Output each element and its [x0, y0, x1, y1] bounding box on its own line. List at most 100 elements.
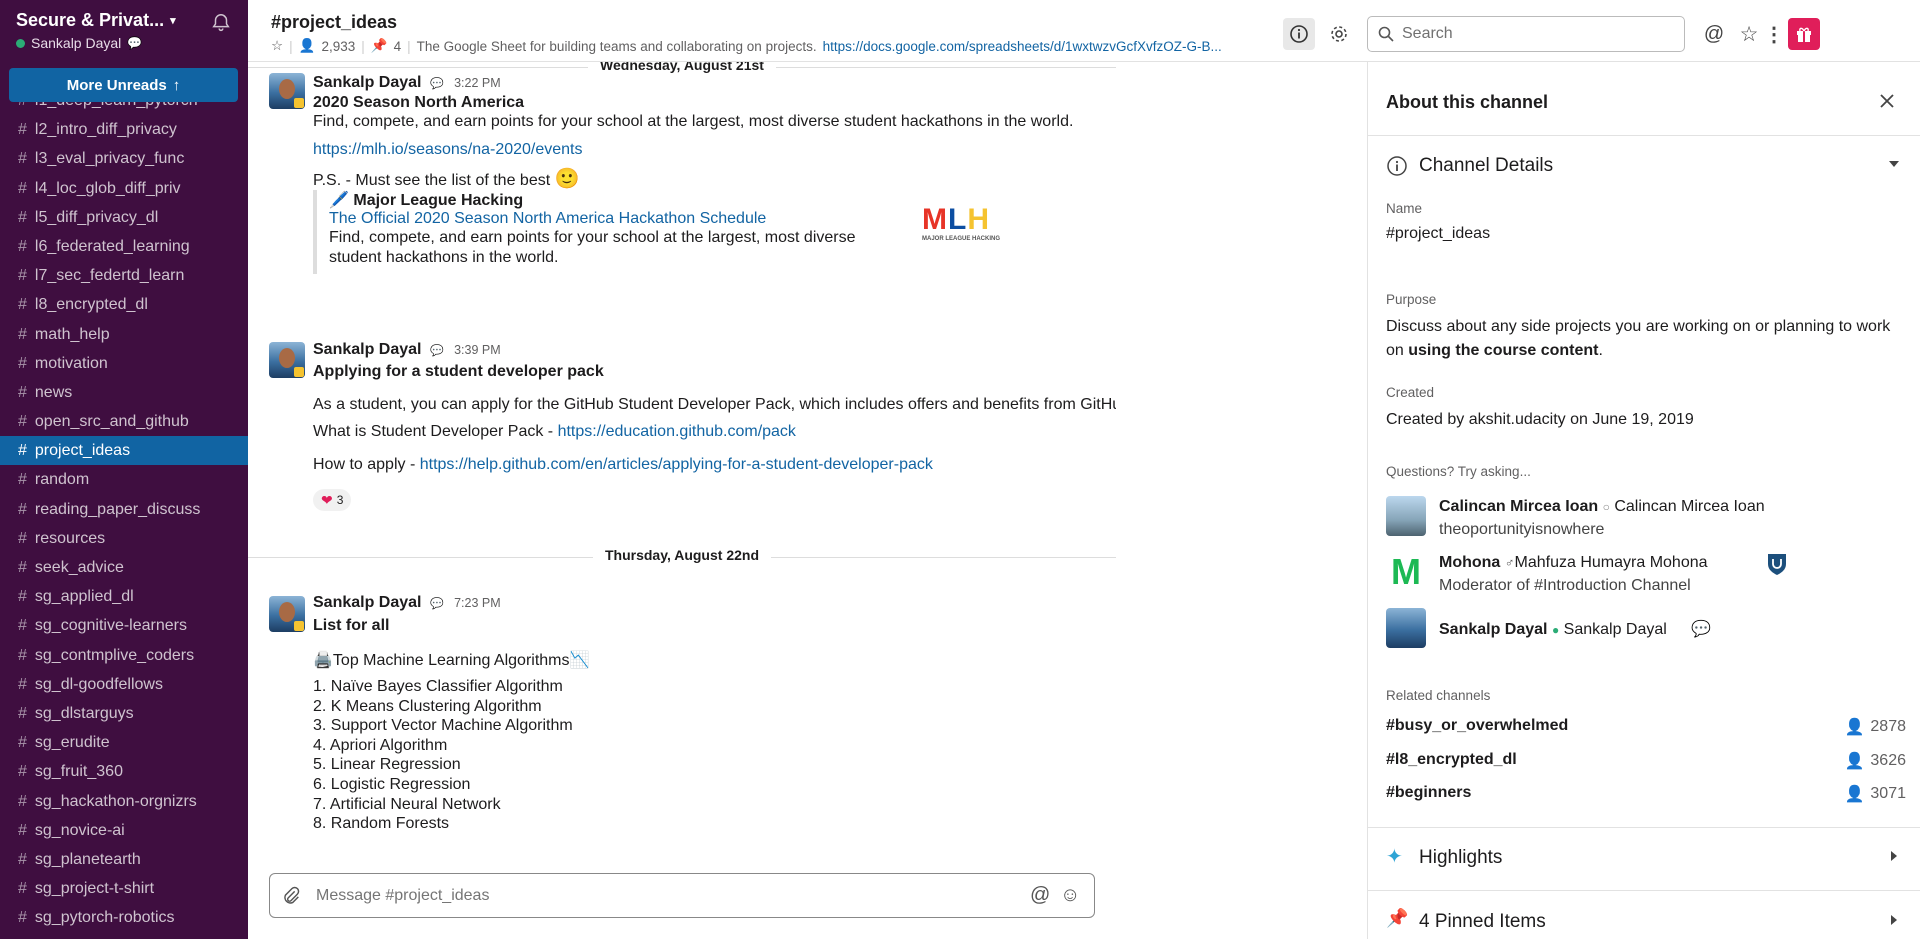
starred-items-button[interactable]: ☆: [1733, 18, 1765, 50]
sidebar-channel-sg_cognitive-learners[interactable]: # sg_cognitive-learners: [0, 611, 248, 640]
workspace-header[interactable]: Secure & Privat... ▾ Sankalp Dayal 💬: [0, 0, 248, 62]
status-bubble-icon: 💬: [1691, 621, 1712, 638]
chart-emoji-icon: 📉: [569, 652, 590, 669]
sidebar-channel-sg_applied_dl[interactable]: # sg_applied_dl: [0, 582, 248, 611]
sidebar-channel-motivation[interactable]: # motivation: [0, 349, 248, 378]
channel-meta: ☆ | 👤 2,933 | 📌 4 | The Google Sheet for…: [271, 38, 1301, 54]
message-link[interactable]: https://mlh.io/seasons/na-2020/events: [313, 141, 583, 158]
presence-active-icon: ●: [1551, 623, 1560, 637]
avatar[interactable]: [269, 342, 305, 378]
field-label: Questions? Try asking...: [1386, 464, 1531, 479]
sidebar-channel-label: sg_hackathon-orgnizrs: [34, 792, 197, 810]
person-full-name: Sankalp Dayal: [1563, 621, 1667, 638]
sidebar-channel-label: math_help: [34, 325, 110, 343]
info-icon: [1387, 156, 1407, 176]
sidebar-channel-news[interactable]: # news: [0, 378, 248, 407]
sidebar-channel-l7_sec_federtd_learn[interactable]: # l7_sec_federtd_learn: [0, 261, 248, 290]
channel-list: #l1_deep_learn_pytorch#l2_intro_diff_pri…: [0, 86, 248, 932]
sidebar-channel-sg_planetearth[interactable]: # sg_planetearth: [0, 845, 248, 874]
author-name[interactable]: Sankalp Dayal: [313, 341, 422, 358]
sidebar-channel-sg_hackathon-orgnizrs[interactable]: # sg_hackathon-orgnizrs: [0, 787, 248, 816]
list-item: 6. Logistic Regression: [313, 776, 471, 793]
preview-description: Find, compete, and earn points for your …: [329, 229, 856, 266]
channel-info-button[interactable]: [1283, 18, 1315, 50]
related-channel[interactable]: #busy_or_overwhelmed 👤 2878: [1386, 717, 1906, 741]
sidebar-channel-sg_contmplive_coders[interactable]: # sg_contmplive_coders: [0, 641, 248, 670]
paperclip-icon[interactable]: [280, 885, 302, 907]
highlights-toggle[interactable]: ✦ Highlights: [1368, 828, 1920, 888]
pin-count[interactable]: 4: [394, 39, 402, 54]
search-input[interactable]: Search: [1367, 16, 1685, 52]
avatar[interactable]: [269, 73, 305, 109]
suggested-person[interactable]: Sankalp Dayal ● Sankalp Dayal 💬: [1386, 608, 1906, 656]
sidebar-channel-math_help[interactable]: # math_help: [0, 320, 248, 349]
sidebar-channel-l4_loc_glob_diff_priv[interactable]: # l4_loc_glob_diff_priv: [0, 174, 248, 203]
gift-button[interactable]: [1788, 18, 1820, 50]
sidebar-channel-sg_dlstarguys[interactable]: # sg_dlstarguys: [0, 699, 248, 728]
topic-link[interactable]: https://docs.google.com/spreadsheets/d/1…: [823, 39, 1222, 54]
sidebar-channel-sg_dl-goodfellows[interactable]: # sg_dl-goodfellows: [0, 670, 248, 699]
timestamp[interactable]: 3:39 PM: [454, 343, 501, 357]
member-icon: 👤: [1844, 719, 1865, 736]
mentions-button[interactable]: @: [1698, 18, 1730, 50]
sidebar-channel-random[interactable]: # random: [0, 465, 248, 494]
hash-icon: #: [18, 471, 27, 489]
sidebar-channel-sg_pytorch-robotics[interactable]: # sg_pytorch-robotics: [0, 903, 248, 932]
sidebar-channel-project_ideas[interactable]: # project_ideas: [0, 436, 248, 466]
mention-at-icon[interactable]: @: [1030, 884, 1054, 908]
sidebar-channel-sg_novice-ai[interactable]: # sg_novice-ai: [0, 816, 248, 845]
close-icon[interactable]: [1876, 90, 1898, 112]
more-options-button[interactable]: ⋮: [1764, 18, 1784, 50]
sidebar-channel-sg_erudite[interactable]: # sg_erudite: [0, 728, 248, 757]
message-input[interactable]: [316, 886, 1024, 905]
preview-title-link[interactable]: The Official 2020 Season North America H…: [329, 210, 766, 227]
emoji-picker-icon[interactable]: ☺: [1060, 884, 1084, 908]
bell-icon[interactable]: [210, 12, 232, 34]
pinned-items-toggle[interactable]: 📌 4 Pinned Items: [1368, 892, 1920, 939]
sidebar-channel-reading_paper_discuss[interactable]: # reading_paper_discuss: [0, 495, 248, 524]
suggested-person[interactable]: Calincan Mircea Ioan ○ Calincan Mircea I…: [1386, 496, 1906, 544]
related-channel[interactable]: #beginners 👤 3071: [1386, 784, 1906, 808]
message-link[interactable]: https://education.github.com/pack: [558, 423, 796, 440]
field-label: Related channels: [1386, 688, 1491, 703]
sidebar-channel-open_src_and_github[interactable]: # open_src_and_github: [0, 407, 248, 436]
sidebar-channel-resources[interactable]: # resources: [0, 524, 248, 553]
more-unreads-button[interactable]: More Unreads ↑: [9, 68, 238, 102]
channel-details-toggle[interactable]: Channel Details: [1368, 136, 1920, 196]
channel-title[interactable]: #project_ideas: [271, 12, 397, 33]
workspace-name-button[interactable]: Secure & Privat... ▾: [16, 10, 232, 31]
sidebar-channel-l8_encrypted_dl[interactable]: # l8_encrypted_dl: [0, 290, 248, 319]
list-item: 4. Apriori Algorithm: [313, 736, 448, 754]
sidebar-channel-l5_diff_privacy_dl[interactable]: # l5_diff_privacy_dl: [0, 203, 248, 232]
section-label: Highlights: [1419, 847, 1503, 868]
author-name[interactable]: Sankalp Dayal: [313, 74, 422, 91]
timestamp[interactable]: 3:22 PM: [454, 76, 501, 90]
hash-icon: #: [18, 442, 27, 460]
sidebar-channel-label: resources: [34, 529, 106, 547]
suggested-person[interactable]: M Mohona ♂Mahfuza Humayra Mohona Moderat…: [1386, 551, 1906, 600]
author-name[interactable]: Sankalp Dayal: [313, 594, 422, 611]
member-count[interactable]: 2,933: [321, 39, 355, 54]
hash-icon: #: [18, 150, 27, 168]
sidebar-channel-l2_intro_diff_privacy[interactable]: # l2_intro_diff_privacy: [0, 115, 248, 144]
mlh-logo[interactable]: MLH MAJOR LEAGUE HACKING: [922, 204, 1002, 244]
related-channel[interactable]: #l8_encrypted_dl 👤 3626: [1386, 751, 1906, 775]
reaction-heart[interactable]: ❤ 3: [313, 489, 352, 511]
hash-icon: #: [18, 909, 27, 927]
channel-settings-button[interactable]: [1323, 18, 1355, 50]
sidebar-channel-sg_project-t-shirt[interactable]: # sg_project-t-shirt: [0, 874, 248, 903]
avatar[interactable]: [269, 596, 305, 632]
hash-icon: #: [18, 646, 27, 664]
sidebar-channel-l6_federated_learning[interactable]: # l6_federated_learning: [0, 232, 248, 261]
message-link[interactable]: https://help.github.com/en/articles/appl…: [420, 456, 933, 473]
current-user[interactable]: Sankalp Dayal 💬: [16, 35, 232, 51]
sidebar-channel-sg_fruit_360[interactable]: # sg_fruit_360: [0, 757, 248, 786]
sidebar-channel-l3_eval_privacy_func[interactable]: # l3_eval_privacy_func: [0, 144, 248, 173]
sidebar-channel-seek_advice[interactable]: # seek_advice: [0, 553, 248, 582]
person-full-name: Mahfuza Humayra Mohona: [1514, 554, 1708, 571]
star-outline-icon[interactable]: ☆: [271, 38, 283, 54]
sidebar-channel-label: sg_pytorch-robotics: [34, 909, 175, 927]
arrow-up-icon: ↑: [172, 76, 181, 94]
sidebar: Secure & Privat... ▾ Sankalp Dayal 💬 #l1…: [0, 0, 248, 939]
timestamp[interactable]: 7:23 PM: [454, 596, 501, 610]
